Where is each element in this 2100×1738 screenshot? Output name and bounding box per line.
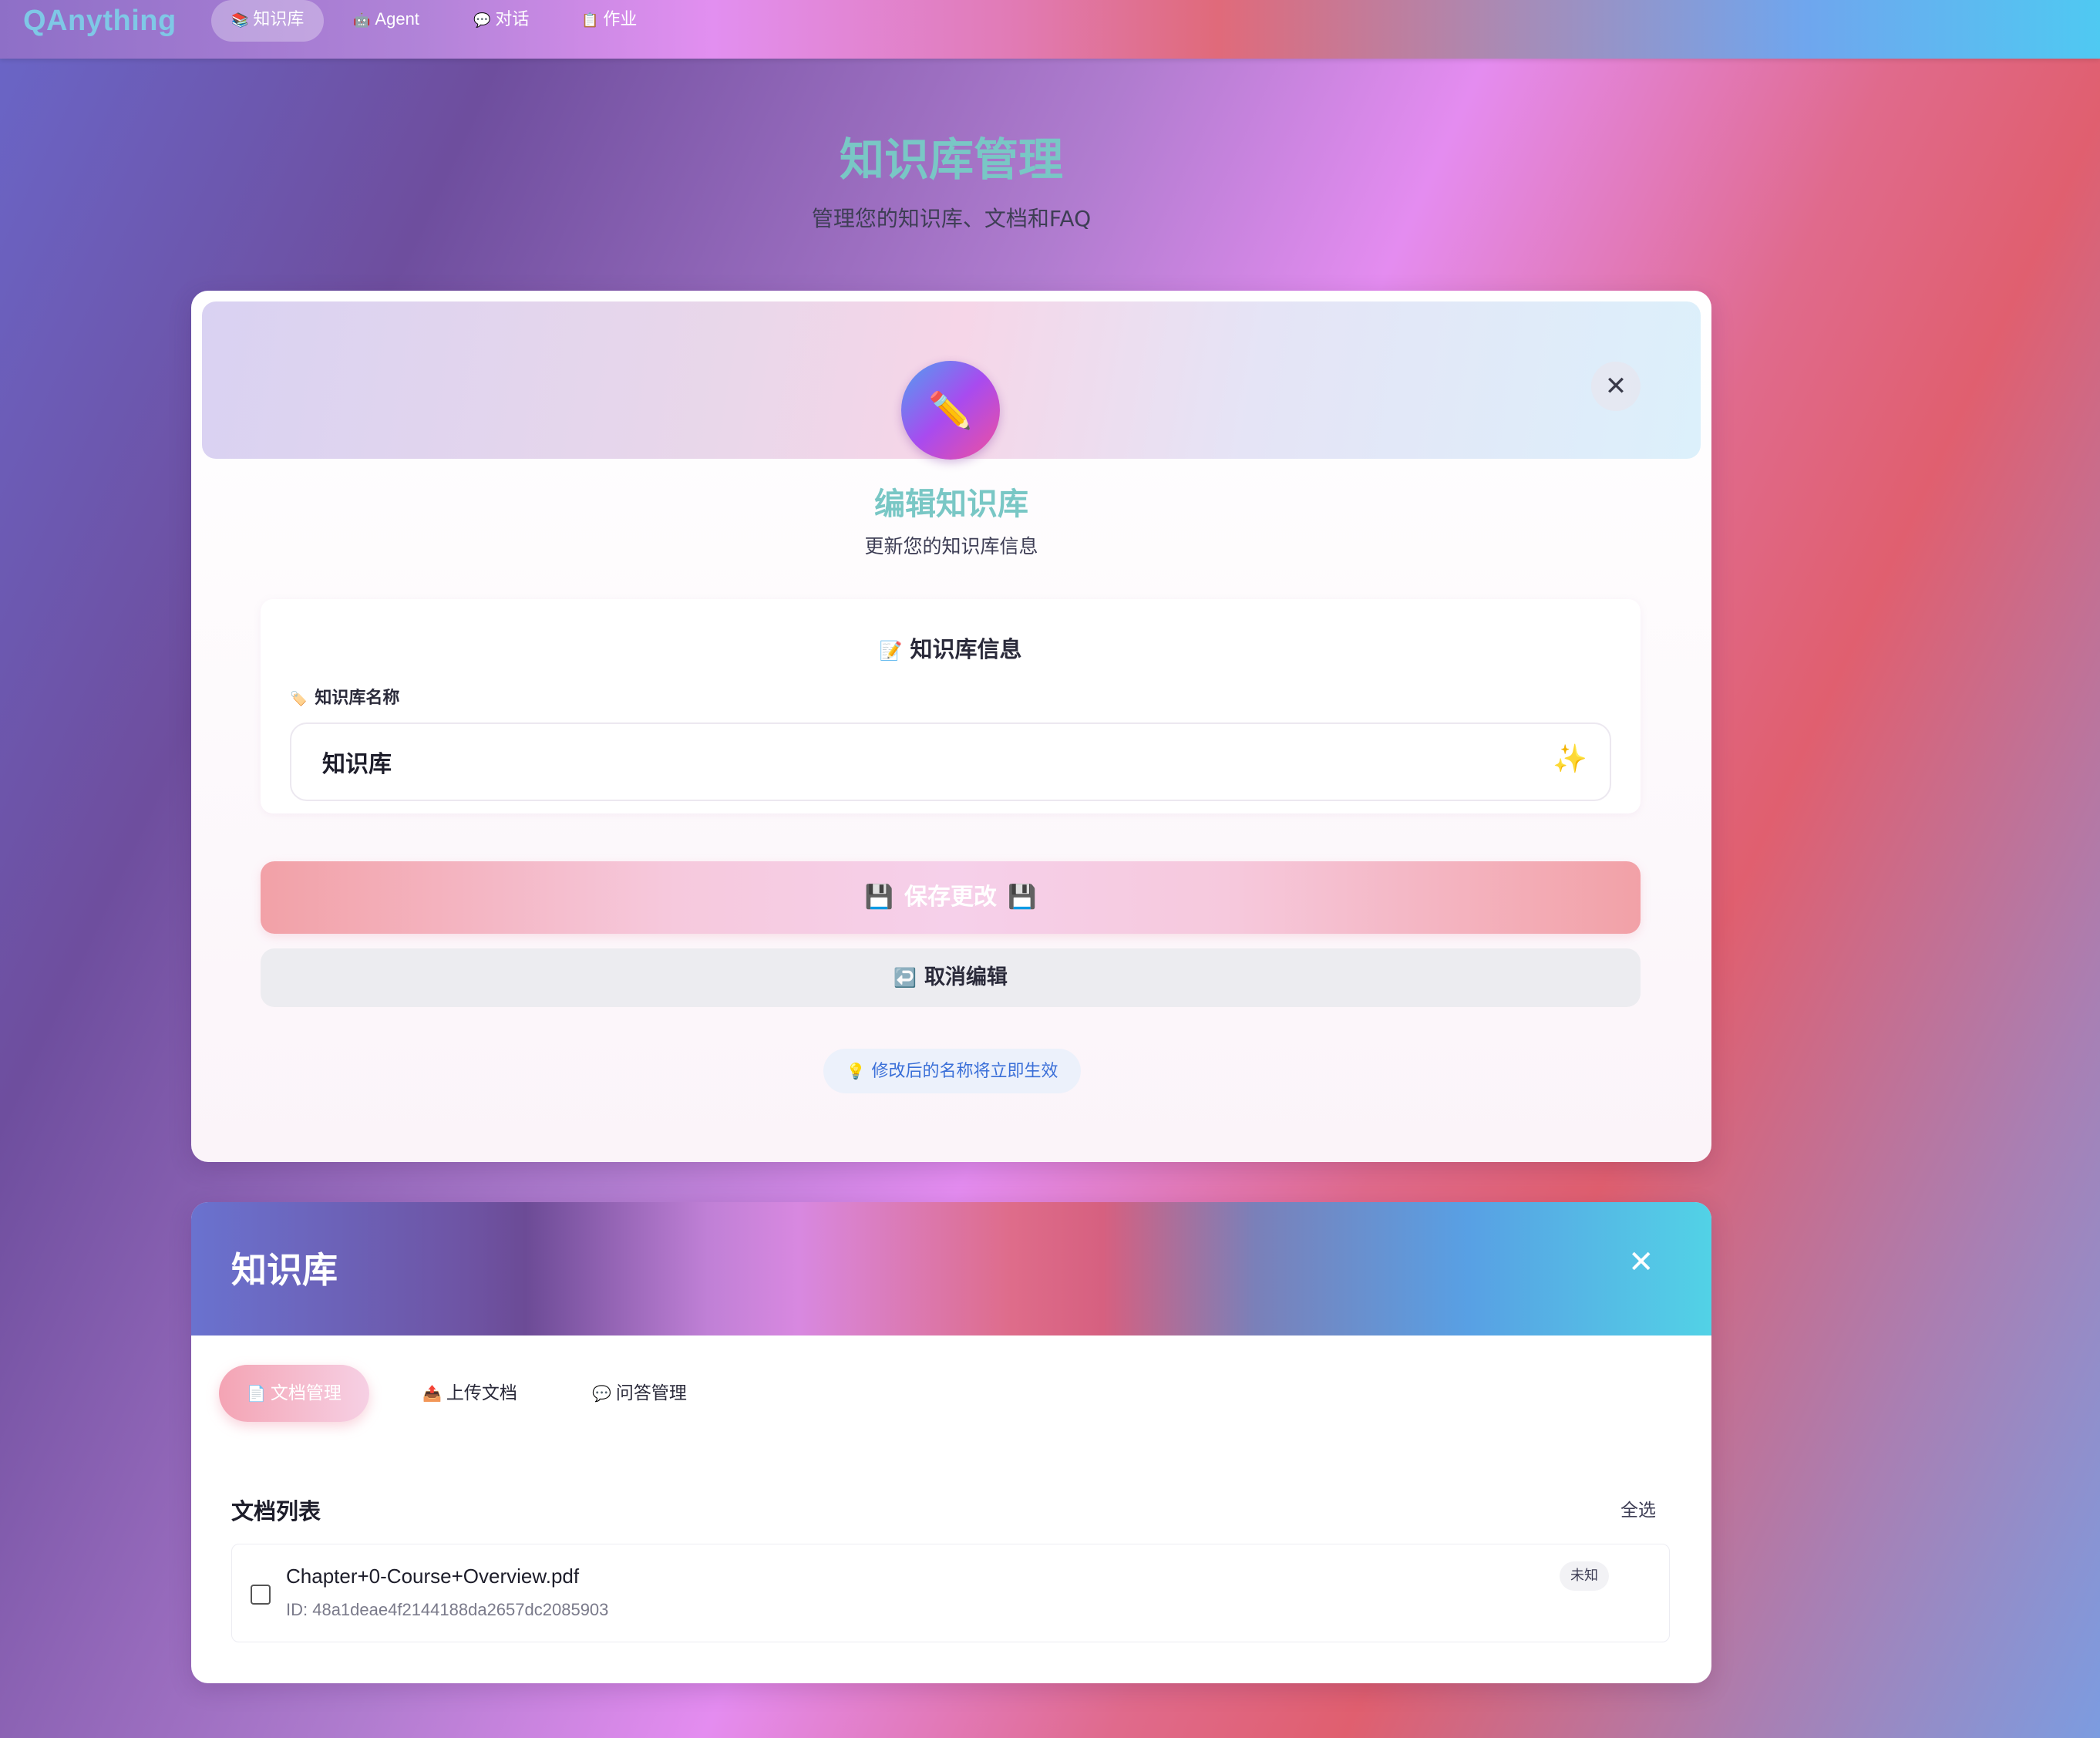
- select-all-button[interactable]: 全选: [1620, 1495, 1656, 1521]
- books-icon: 📚: [231, 12, 249, 28]
- close-icon[interactable]: ✕: [1591, 362, 1641, 411]
- speech-bubble-icon: 💬: [473, 12, 491, 28]
- document-checkbox[interactable]: [251, 1585, 271, 1605]
- tab-qa-management[interactable]: 💬 问答管理: [564, 1365, 715, 1422]
- sparkle-icon: ✨: [1553, 743, 1587, 775]
- save-button-label: 保存更改: [904, 884, 997, 911]
- upload-tray-icon: 📤: [422, 1384, 442, 1403]
- clipboard-icon: 📋: [581, 12, 599, 28]
- lightbulb-icon: 💡: [846, 1062, 866, 1080]
- cancel-button-label: 取消编辑: [924, 965, 1008, 989]
- kb-name-input[interactable]: [290, 722, 1611, 801]
- return-arrow-icon: ↩️: [894, 967, 917, 989]
- nav-tab-label: 作业: [603, 9, 638, 29]
- close-icon[interactable]: ✕: [1628, 1247, 1654, 1278]
- tag-icon: 🏷️: [290, 691, 308, 707]
- pencil-icon: ✏️: [901, 361, 1000, 460]
- floppy-disk-icon: 💾: [1008, 884, 1037, 911]
- memo-icon: 📝: [879, 640, 903, 662]
- document-list-title: 文档列表: [231, 1498, 321, 1524]
- tab-upload-document[interactable]: 📤 上传文档: [395, 1365, 545, 1422]
- document-icon: 📄: [247, 1384, 266, 1403]
- kb-panel-header: 知识库 ✕: [191, 1202, 1711, 1335]
- nav-tab-homework[interactable]: 📋 作业: [561, 0, 657, 42]
- kb-panel-title: 知识库: [231, 1249, 338, 1291]
- page-subtitle: 管理您的知识库、文档和FAQ: [811, 206, 1092, 231]
- floppy-disk-icon: 💾: [864, 884, 894, 911]
- tab-label: 上传文档: [446, 1383, 517, 1403]
- save-button[interactable]: 💾 保存更改 💾: [261, 861, 1641, 934]
- kb-info-heading: 📝 知识库信息: [261, 632, 1641, 664]
- nav-tab-label: 知识库: [253, 9, 305, 29]
- kb-info-title: 知识库信息: [910, 636, 1022, 662]
- hint-text: 修改后的名称将立即生效: [871, 1062, 1058, 1081]
- tab-label: 问答管理: [615, 1383, 687, 1403]
- tab-document-management[interactable]: 📄 文档管理: [219, 1365, 369, 1422]
- nav-tab-knowledge-base[interactable]: 📚 知识库: [211, 0, 325, 42]
- document-row[interactable]: Chapter+0-Course+Overview.pdf ID: 48a1de…: [231, 1544, 1670, 1642]
- edit-kb-card: ✏️ ✕ 编辑知识库 更新您的知识库信息 📝 知识库信息 🏷️ 知识库名称 ✨ 💾 保…: [191, 291, 1711, 1162]
- nav-tab-label: Agent: [375, 9, 419, 29]
- app-logo[interactable]: QAnything: [23, 5, 177, 38]
- edit-card-subtitle: 更新您的知识库信息: [864, 535, 1038, 557]
- nav-tab-chat[interactable]: 💬 对话: [453, 0, 549, 42]
- document-name: Chapter+0-Course+Overview.pdf: [286, 1565, 580, 1588]
- status-badge: 未知: [1560, 1561, 1609, 1591]
- tab-label: 文档管理: [270, 1383, 342, 1403]
- nav-tab-agent[interactable]: 🤖 Agent: [333, 0, 439, 42]
- kb-info-section: 📝 知识库信息 🏷️ 知识库名称 ✨: [261, 599, 1641, 813]
- document-id: ID: 48a1deae4f2144188da2657dc2085903: [286, 1600, 609, 1619]
- robot-icon: 🤖: [353, 12, 371, 28]
- cancel-button[interactable]: ↩️ 取消编辑: [261, 948, 1641, 1007]
- edit-card-title: 编辑知识库: [874, 487, 1028, 522]
- kb-panel: 知识库 ✕ 📄 文档管理 📤 上传文档 💬 问答管理 文档列表 全选 Chapter+…: [191, 1202, 1711, 1683]
- speech-bubble-icon: 💬: [592, 1384, 611, 1403]
- kb-name-label: 🏷️ 知识库名称: [290, 684, 399, 709]
- page-title: 知识库管理: [839, 133, 1063, 186]
- kb-name-label-text: 知识库名称: [315, 689, 400, 708]
- hint-badge: 💡 修改后的名称将立即生效: [823, 1049, 1081, 1093]
- top-nav: QAnything 📚 知识库 🤖 Agent 💬 对话 📋 作业: [0, 0, 2100, 59]
- nav-tab-label: 对话: [495, 9, 530, 29]
